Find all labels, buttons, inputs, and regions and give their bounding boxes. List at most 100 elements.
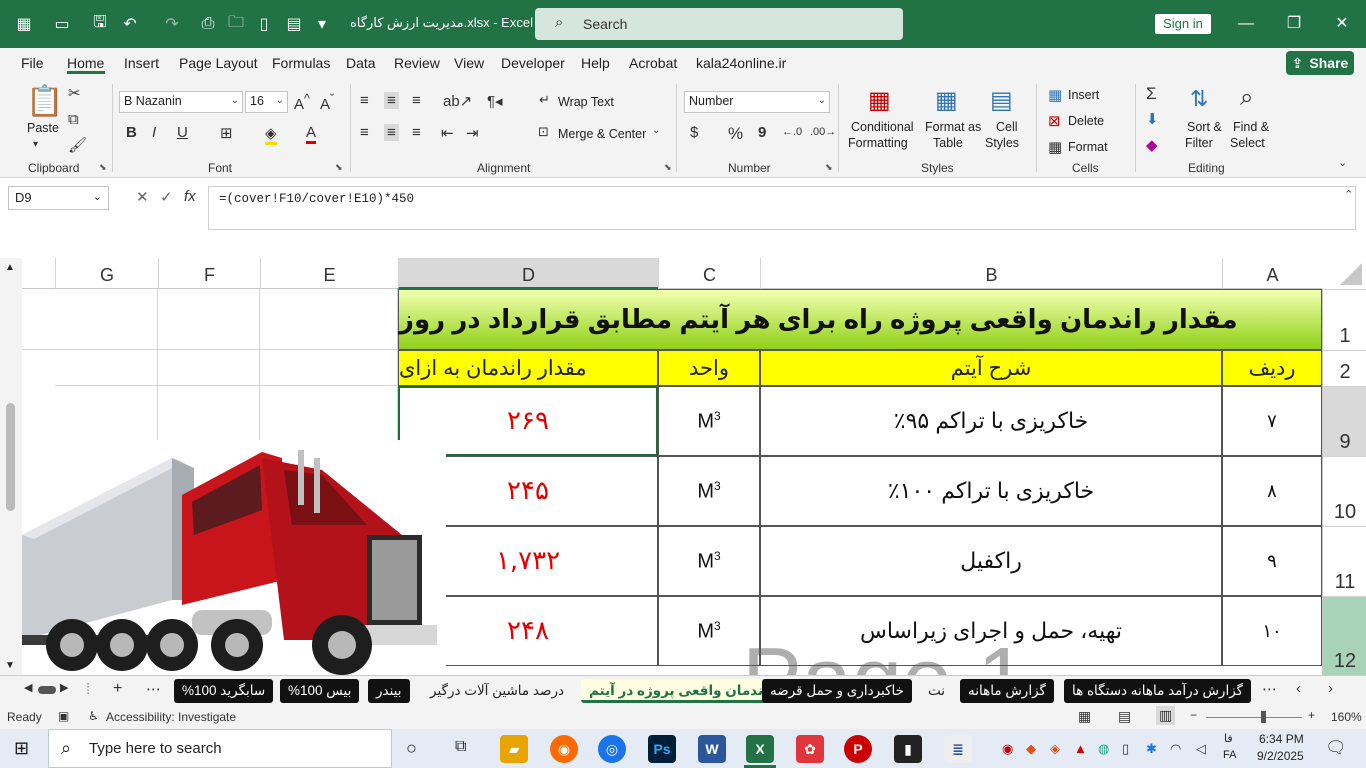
minimize-icon[interactable]: — (1232, 12, 1260, 36)
cell[interactable] (55, 386, 158, 446)
scroll-tabs-right-icon[interactable]: ▶ (60, 681, 68, 694)
copy-icon[interactable]: ⧉ (68, 111, 79, 128)
clock-time[interactable]: 6:34 PM (1259, 732, 1304, 746)
row-header-1[interactable]: 1 (1323, 289, 1366, 350)
cell[interactable] (260, 289, 398, 350)
wrap-text-button[interactable]: Wrap Text (558, 95, 614, 109)
tray-pdf-icon[interactable]: ◉ (1002, 741, 1013, 757)
cell[interactable] (260, 386, 398, 446)
volume-icon[interactable]: ◁ (1196, 741, 1206, 757)
increase-font-icon[interactable]: A^ (294, 92, 310, 113)
column-header-e[interactable]: E (260, 258, 398, 289)
photoshop-icon[interactable]: Ps (648, 735, 676, 763)
orientation-icon[interactable]: ab↗ (443, 92, 472, 110)
table-row[interactable]: تهیه، حمل و اجرای زیراساس (760, 596, 1222, 666)
sheet-tab-binder[interactable]: بیندر (368, 679, 410, 703)
row-header-12[interactable]: 12 (1323, 596, 1366, 675)
page-layout-view-icon[interactable]: ▤ (1118, 708, 1131, 725)
media-app-icon[interactable]: ▮ (894, 735, 922, 763)
cell-label[interactable]: Cell (996, 120, 1018, 134)
print-preview-icon[interactable]: ⎙ (196, 12, 220, 36)
increase-decimal-icon[interactable]: ←.0 (782, 126, 802, 138)
table-row[interactable]: M3 (658, 526, 760, 596)
page-break-view-icon[interactable]: ▥ (1156, 706, 1176, 725)
align-right-icon[interactable]: ≡ (412, 124, 421, 141)
align-left-icon[interactable]: ≡ (360, 124, 369, 141)
column-header-d[interactable]: D (398, 258, 658, 289)
cut-icon[interactable]: ✂ (68, 84, 81, 102)
table-row[interactable]: M3 (658, 596, 760, 666)
tray-anydesk-icon[interactable]: ◈ (1050, 741, 1060, 757)
windows-start-icon[interactable]: ⊞ (14, 738, 29, 759)
fill-icon[interactable]: ⬇ (1146, 110, 1159, 128)
bluetooth-icon[interactable]: ✱ (1146, 741, 1157, 757)
zoom-slider-thumb[interactable] (1261, 711, 1266, 723)
zoom-out-icon[interactable]: − (1190, 708, 1197, 722)
insert-function-icon[interactable]: fx (184, 188, 196, 205)
language-indicator-fa[interactable]: فا (1224, 732, 1233, 745)
table-row[interactable]: ۷ (1222, 386, 1322, 456)
search-input[interactable]: ⌕ Search (535, 8, 903, 40)
sheet-tab-subgrade[interactable]: سابگرید 100% (174, 679, 274, 703)
table-row[interactable]: ۱۰ (1222, 596, 1322, 666)
row-header-11[interactable]: 11 (1323, 526, 1366, 596)
align-center-icon[interactable]: ≡ (384, 124, 399, 141)
cell[interactable] (22, 289, 55, 350)
font-launcher-icon[interactable]: ⬊ (335, 162, 343, 173)
tab-formulas[interactable]: Formulas (272, 55, 330, 71)
table-row[interactable]: M3 (658, 386, 760, 456)
filter-label[interactable]: Filter (1185, 136, 1213, 150)
cortana-icon[interactable]: ○ (406, 738, 417, 759)
macro-record-icon[interactable]: ▣ (58, 709, 69, 723)
currency-icon[interactable]: $ (690, 124, 698, 141)
align-bottom-icon[interactable]: ≡ (412, 92, 421, 109)
find-label[interactable]: Find & (1233, 120, 1269, 134)
tab-file[interactable]: File (21, 55, 44, 71)
customize-qat-icon[interactable]: ▾ (310, 12, 334, 36)
sheet-tab-monthly-report[interactable]: گزارش ماهانه (960, 679, 1054, 703)
select-label[interactable]: Select (1230, 136, 1265, 150)
formula-input[interactable]: =(cover!F10/cover!E10)*450 (208, 186, 1356, 230)
formatting-label[interactable]: Formatting (848, 136, 908, 150)
align-top-icon[interactable]: ≡ (360, 92, 369, 109)
scroll-tabs-left-icon[interactable]: ◀ (24, 681, 32, 694)
align-middle-icon[interactable]: ≡ (384, 92, 399, 109)
file-explorer-icon[interactable]: ▰ (500, 735, 528, 763)
table-row[interactable]: ۹ (1222, 526, 1322, 596)
chrome-icon[interactable]: ◎ (598, 735, 626, 763)
increase-indent-icon[interactable]: ⇥ (466, 124, 479, 142)
close-icon[interactable]: ✕ (1328, 12, 1356, 36)
format-cells-button[interactable]: Format (1068, 140, 1108, 154)
sheet-tab-device-income[interactable]: گزارش درآمد ماهانه دستگاه ها (1064, 679, 1252, 703)
document-app-icon[interactable]: ≣ (944, 735, 972, 763)
tab-developer[interactable]: Developer (501, 55, 565, 71)
table-row[interactable]: راکفیل (760, 526, 1222, 596)
scroll-down-icon[interactable]: ▼ (5, 660, 15, 671)
decrease-font-icon[interactable]: Aˇ (320, 92, 334, 113)
decrease-indent-icon[interactable]: ⇤ (441, 124, 454, 142)
collapse-ribbon-icon[interactable]: ⌄ (1338, 156, 1347, 169)
bold-icon[interactable]: B (126, 124, 137, 141)
tray-network-app-icon[interactable]: ◍ (1098, 741, 1109, 757)
cell[interactable] (260, 350, 398, 386)
tab-insert[interactable]: Insert (124, 55, 159, 71)
sign-in-button[interactable]: Sign in (1155, 14, 1211, 34)
accessibility-status[interactable]: Accessibility: Investigate (106, 710, 236, 724)
zoom-slider-track[interactable] (1206, 717, 1302, 718)
delete-cells-button[interactable]: Delete (1068, 114, 1104, 128)
zoom-in-icon[interactable]: + (1308, 708, 1315, 722)
sheet-tab-efficiency[interactable]: راندمان واقعی پروژه در آیتم (581, 679, 784, 703)
tab-review[interactable]: Review (394, 55, 440, 71)
row-header-10[interactable]: 10 (1323, 456, 1366, 526)
insert-cells-button[interactable]: Insert (1068, 88, 1099, 102)
cell[interactable] (55, 289, 158, 350)
number-launcher-icon[interactable]: ⬊ (825, 162, 833, 173)
paste-button[interactable]: Paste (27, 121, 59, 135)
italic-icon[interactable]: I (152, 124, 156, 141)
chevron-right-icon[interactable]: › (1328, 680, 1333, 697)
clock-date[interactable]: 9/2/2025 (1257, 749, 1304, 763)
tray-device-icon[interactable]: ▯ (1122, 741, 1129, 757)
taskbar-search-input[interactable]: ⌕ Type here to search (48, 729, 392, 768)
notification-icon[interactable]: 🗨 (1325, 738, 1347, 758)
clipboard-launcher-icon[interactable]: ⬊ (99, 162, 107, 173)
